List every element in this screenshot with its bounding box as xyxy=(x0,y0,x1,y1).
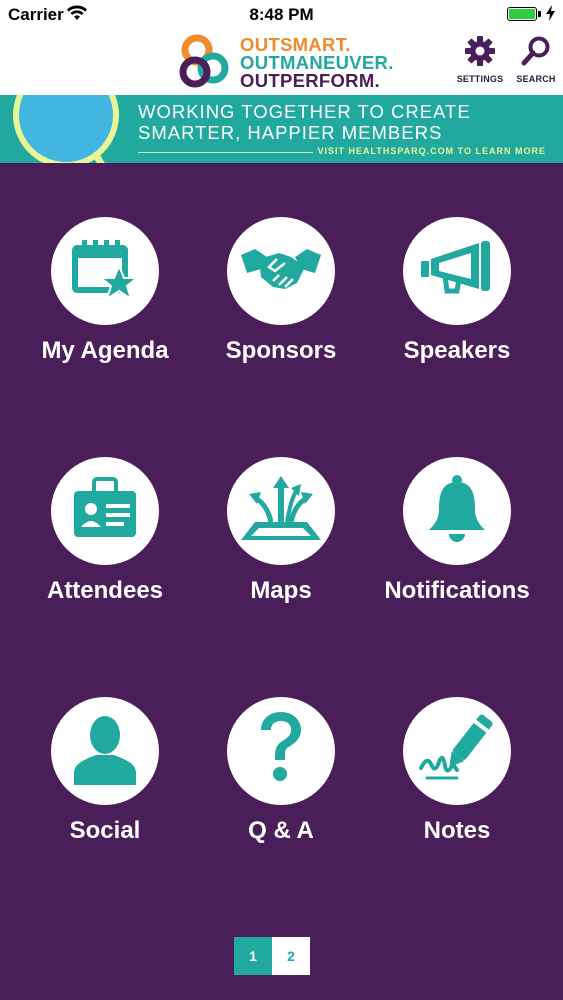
tile-label: Notifications xyxy=(384,577,530,604)
tile-circle xyxy=(51,697,159,805)
map-arrows-icon xyxy=(239,475,323,547)
page-button-1[interactable]: 1 xyxy=(234,937,272,975)
status-bar: Carrier 8:48 PM xyxy=(0,0,563,30)
magnifier-graphic xyxy=(8,95,138,163)
tile-label: Speakers xyxy=(403,337,511,364)
tile-circle xyxy=(403,457,511,565)
clock: 8:48 PM xyxy=(249,5,314,24)
page-indicator: 1 2 xyxy=(234,937,310,975)
menu-tile-speakers[interactable]: Speakers xyxy=(369,217,545,365)
search-icon xyxy=(519,36,553,72)
banner-cta-link[interactable]: VISIT HEALTHSPARQ.COM TO LEARN MORE xyxy=(317,146,546,156)
banner-line-2: SMARTER, HAPPIER MEMBERS xyxy=(138,122,443,143)
gear-icon xyxy=(463,36,497,72)
menu-tile-attendees[interactable]: Attendees xyxy=(17,457,193,605)
calendar-star-icon xyxy=(69,236,141,307)
menu-tile-notifications[interactable]: Notifications xyxy=(369,457,545,605)
page-button-2[interactable]: 2 xyxy=(272,937,310,975)
tile-label: Notes xyxy=(423,817,491,844)
battery-icon xyxy=(507,7,537,21)
tile-circle xyxy=(227,697,335,805)
handshake-icon xyxy=(239,241,323,302)
megaphone-icon xyxy=(417,239,497,304)
person-silhouette-icon xyxy=(72,713,138,790)
tile-label: Sponsors xyxy=(225,337,337,364)
menu-tile-notes[interactable]: Notes xyxy=(369,697,545,845)
pen-signature-icon xyxy=(417,712,497,791)
menu-tile-qa[interactable]: Q & A xyxy=(193,697,369,845)
bell-icon xyxy=(425,474,489,549)
tile-circle xyxy=(51,217,159,325)
menu-tile-sponsors[interactable]: Sponsors xyxy=(193,217,369,365)
tile-label: Social xyxy=(69,817,141,844)
logo-tagline: OUTSMART. OUTMANEUVER. OUTPERFORM. xyxy=(240,35,394,91)
banner-line-1: WORKING TOGETHER TO CREATE xyxy=(138,101,471,122)
tile-label: Attendees xyxy=(46,577,164,604)
banner-divider xyxy=(138,152,313,153)
charging-bolt-icon xyxy=(546,5,555,26)
tile-circle xyxy=(403,217,511,325)
tile-circle xyxy=(403,697,511,805)
tile-label: Maps xyxy=(250,577,312,604)
tile-label: My Agenda xyxy=(41,337,169,364)
menu-tile-my-agenda[interactable]: My Agenda xyxy=(17,217,193,365)
search-label: SEARCH xyxy=(516,74,556,84)
menu-tile-maps[interactable]: Maps xyxy=(193,457,369,605)
logo-line-3: OUTPERFORM. xyxy=(240,70,380,91)
search-button[interactable]: SEARCH xyxy=(508,34,563,84)
tile-label: Q & A xyxy=(248,817,314,844)
logo-rings-icon xyxy=(175,34,237,97)
tile-circle xyxy=(227,457,335,565)
tile-circle xyxy=(51,457,159,565)
app-header: OUTSMART. OUTMANEUVER. OUTPERFORM. SETTI… xyxy=(0,30,563,95)
question-mark-icon xyxy=(255,710,307,793)
settings-label: SETTINGS xyxy=(456,74,504,84)
sponsor-banner[interactable]: WORKING TOGETHER TO CREATE SMARTER, HAPP… xyxy=(0,95,563,163)
menu-tile-social[interactable]: Social xyxy=(17,697,193,845)
tile-circle xyxy=(227,217,335,325)
settings-button[interactable]: SETTINGS xyxy=(452,34,508,84)
id-badge-icon xyxy=(70,476,140,546)
